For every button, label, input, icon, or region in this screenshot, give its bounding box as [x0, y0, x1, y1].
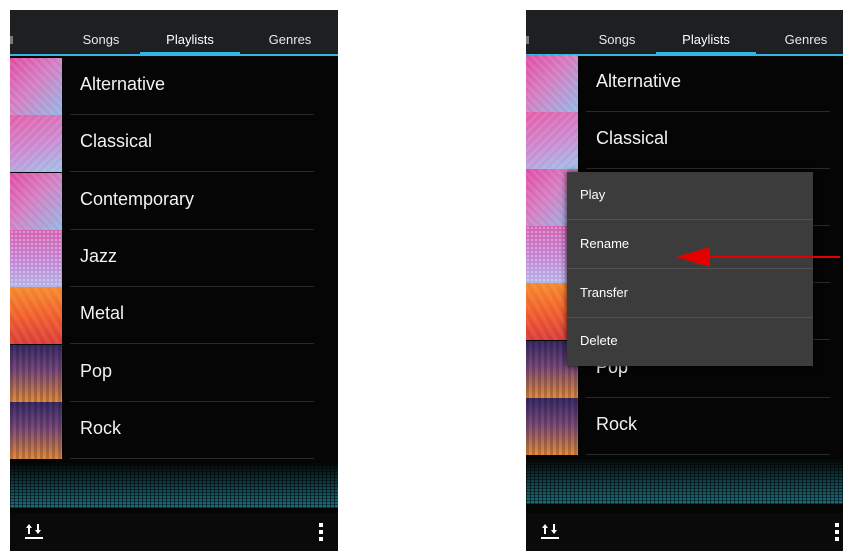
- tab-genres[interactable]: Genres: [250, 10, 330, 54]
- playlist-row-classical[interactable]: Classical: [526, 112, 830, 169]
- playlist-label: Contemporary: [80, 189, 195, 209]
- tab-songs[interactable]: Songs: [572, 10, 662, 54]
- menu-item-label: Delete: [580, 333, 618, 348]
- playlist-art-thumbnail: [10, 402, 62, 459]
- row-divider: [70, 171, 314, 172]
- playlist-art-thumbnail: [10, 345, 62, 402]
- menu-item-play[interactable]: Play: [567, 172, 813, 220]
- playlist-label: Rock: [80, 418, 122, 438]
- phone-screen-left: Songs Playlists Genres Alternative Class…: [10, 10, 338, 551]
- playlist-row-jazz[interactable]: Jazz: [10, 230, 314, 287]
- playlist-label: Pop: [80, 361, 113, 381]
- tab-playlists-label: Playlists: [166, 32, 214, 47]
- playlist-art-thumbnail: [10, 115, 62, 172]
- playlist-label: Alternative: [596, 71, 682, 91]
- playlist-label: Classical: [80, 131, 153, 151]
- tab-bar: Songs Playlists Genres: [10, 10, 338, 56]
- overflow-menu-icon[interactable]: [318, 523, 324, 543]
- playlist-row-rock[interactable]: Rock: [526, 398, 830, 455]
- annotation-arrow-head-icon: [676, 247, 710, 267]
- shuffle-icon[interactable]: [24, 521, 44, 541]
- overflow-menu-icon[interactable]: [834, 523, 840, 543]
- tab-bar: Songs Playlists Genres: [526, 10, 843, 56]
- menu-divider: [567, 268, 813, 269]
- annotation-arrow-shaft: [700, 256, 840, 258]
- playlist-row-classical[interactable]: Classical: [10, 115, 314, 172]
- shuffle-icon[interactable]: [540, 521, 560, 541]
- tab-playlists[interactable]: Playlists: [656, 10, 756, 56]
- playlist-row-metal[interactable]: Metal: [10, 287, 314, 344]
- bottom-action-bar: [10, 513, 338, 551]
- playlist-row-alternative[interactable]: Alternative: [10, 58, 314, 115]
- row-divider: [586, 454, 830, 455]
- menu-item-label: Transfer: [580, 285, 628, 300]
- tab-playlists-label: Playlists: [682, 32, 730, 47]
- menu-item-label: Rename: [580, 236, 630, 251]
- bottom-action-bar: [526, 513, 843, 551]
- equalizer-visualizer: [10, 462, 338, 508]
- playlist-label: Rock: [596, 414, 638, 434]
- playlist-art-thumbnail: [10, 58, 62, 115]
- playlist-row-alternative[interactable]: Alternative: [526, 55, 830, 112]
- playlist-art-thumbnail: [10, 287, 62, 344]
- playlist-art-thumbnail: [526, 55, 578, 112]
- row-divider: [70, 458, 314, 459]
- tab-songs[interactable]: Songs: [56, 10, 146, 54]
- playlist-label: Metal: [80, 303, 125, 323]
- menu-item-delete[interactable]: Delete: [567, 318, 813, 366]
- playlist-art-thumbnail: [10, 173, 62, 230]
- menu-divider: [567, 219, 813, 220]
- playlist-label: Jazz: [80, 246, 118, 266]
- playlist-art-thumbnail: [10, 230, 62, 287]
- tab-overflow-indicator: [526, 36, 529, 44]
- tab-playlists[interactable]: Playlists: [140, 10, 240, 56]
- playlist-context-menu: Play Rename Transfer Delete: [567, 172, 813, 366]
- menu-item-transfer[interactable]: Transfer: [567, 270, 813, 318]
- playlist-art-thumbnail: [526, 398, 578, 455]
- phone-screen-right: Songs Playlists Genres Alternative Class…: [526, 10, 843, 551]
- playlist-label: Alternative: [80, 74, 166, 94]
- menu-item-label: Play: [580, 187, 606, 202]
- playlist-label: Classical: [596, 128, 669, 148]
- active-tab-indicator: [140, 52, 240, 56]
- tab-overflow-indicator: [10, 36, 13, 44]
- playlist-row-contemporary[interactable]: Contemporary: [10, 173, 314, 230]
- tab-genres[interactable]: Genres: [766, 10, 843, 54]
- playlist-art-thumbnail: [526, 112, 578, 169]
- row-divider: [70, 343, 314, 344]
- playlist-row-pop[interactable]: Pop: [10, 345, 314, 402]
- equalizer-visualizer: [526, 458, 843, 504]
- playlist-row-rock[interactable]: Rock: [10, 402, 314, 459]
